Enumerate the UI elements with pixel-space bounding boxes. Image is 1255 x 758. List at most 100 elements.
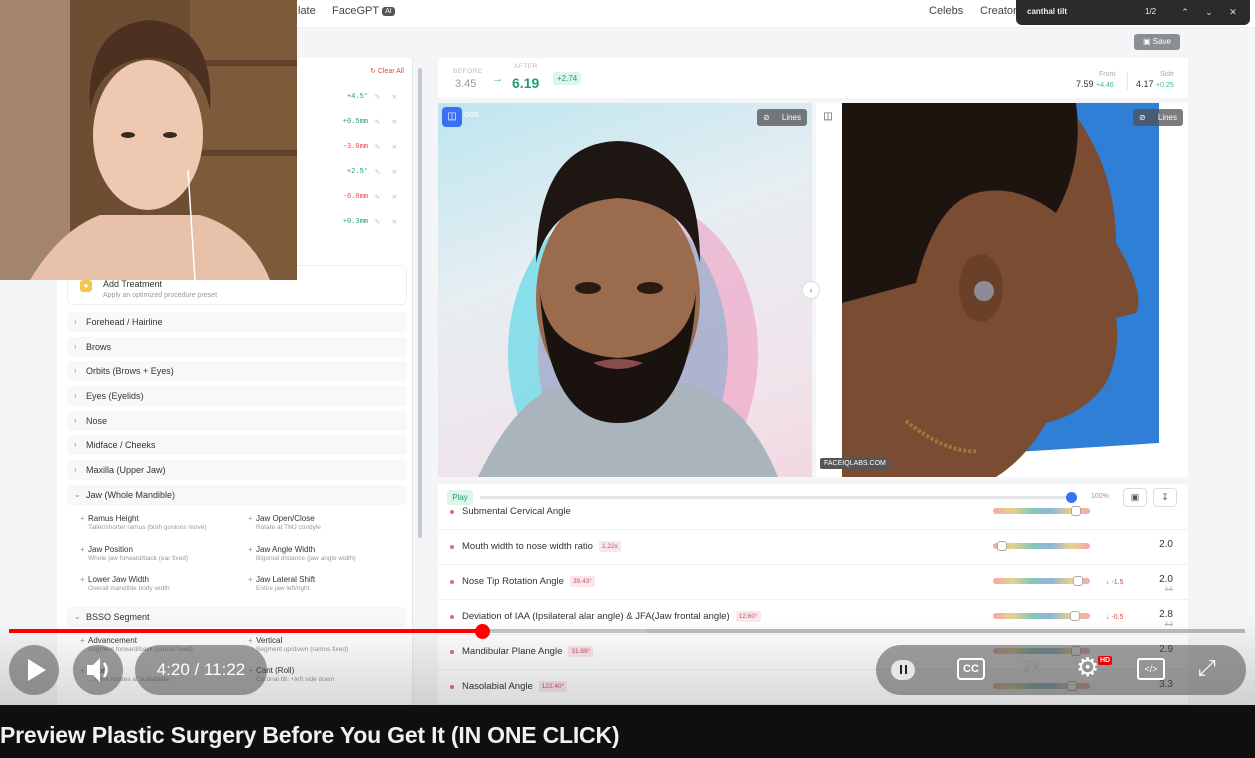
find-in-page-bar: canthal tilt 1/2 ⌃ ⌄ ✕ bbox=[1016, 0, 1250, 25]
nav-tab-facegpt[interactable]: FaceGPT AI bbox=[332, 5, 395, 17]
category-label: Jaw (Whole Mandible) bbox=[86, 490, 176, 500]
side-photo bbox=[816, 103, 1188, 477]
chevron-icon: › bbox=[74, 342, 77, 351]
find-query[interactable]: canthal tilt bbox=[1027, 7, 1067, 16]
adjustment-value: -6.0mm bbox=[342, 193, 368, 201]
split-handle-chevron-icon[interactable]: ‹ bbox=[802, 281, 820, 299]
autoplay-toggle[interactable] bbox=[891, 660, 915, 680]
after-label: AFTER bbox=[514, 63, 538, 70]
jaw-control[interactable]: Jaw PositionWhole jaw forward/back (ear … bbox=[80, 545, 240, 562]
find-prev-icon[interactable]: ⌃ bbox=[1178, 4, 1192, 20]
jaw-control-title: Jaw Lateral Shift bbox=[248, 575, 408, 584]
side-compare-icon[interactable]: ◫ bbox=[820, 109, 836, 125]
category-item[interactable]: › Midface / Cheeks bbox=[67, 435, 407, 455]
jaw-control[interactable]: Jaw Open/CloseRotate at TMJ condyle bbox=[248, 514, 408, 531]
adjustment-row: -3.0mm ✎ ✕ bbox=[300, 137, 404, 157]
jaw-control[interactable]: Ramus HeightTaller/shorter ramus (both g… bbox=[80, 514, 240, 531]
category-label: Eyes (Eyelids) bbox=[86, 391, 144, 401]
remove-icon[interactable]: ✕ bbox=[392, 217, 397, 227]
front-score-delta: +4.46 bbox=[1096, 82, 1114, 89]
jaw-control-desc: Whole jaw forward/back (ear fixed) bbox=[88, 555, 189, 562]
category-item[interactable]: › Maxilla (Upper Jaw) bbox=[67, 460, 407, 480]
category-label: Midface / Cheeks bbox=[86, 440, 156, 450]
save-icon: ▣ bbox=[1142, 37, 1153, 46]
clear-all-label: Clear All bbox=[377, 68, 404, 75]
jaw-control[interactable]: Lower Jaw WidthOverall mandible body wid… bbox=[80, 575, 240, 592]
category-item[interactable]: ⌄ Jaw (Whole Mandible) bbox=[67, 485, 407, 505]
front-score: 7.59 +4.46 bbox=[1076, 79, 1114, 89]
remove-icon[interactable]: ✕ bbox=[392, 167, 397, 177]
adjustment-value: +2.5° bbox=[346, 168, 368, 176]
metric-label: Submental Cervical Angle bbox=[462, 506, 571, 517]
nav-facegpt-label: FaceGPT bbox=[332, 5, 380, 17]
category-label: Nose bbox=[86, 416, 108, 426]
edit-pencil-icon[interactable]: ✎ bbox=[375, 142, 380, 152]
arrow-right-icon: → bbox=[492, 73, 503, 85]
before-score: 3.45 bbox=[455, 78, 477, 90]
find-count: 1/2 bbox=[1145, 7, 1157, 16]
score-header bbox=[438, 58, 1188, 98]
edit-pencil-icon[interactable]: ✎ bbox=[375, 192, 380, 202]
side-score-value: 4.17 bbox=[1136, 79, 1154, 89]
adjustment-row: +2.5° ✎ ✕ bbox=[300, 162, 404, 182]
clear-all-button[interactable]: ↻ Clear All bbox=[370, 67, 404, 75]
metric-score: 2.0 bbox=[1159, 539, 1173, 550]
side-label: Side bbox=[1160, 71, 1175, 78]
volume-icon bbox=[87, 658, 108, 682]
jaw-control-title: Jaw Open/Close bbox=[248, 514, 408, 523]
settings-gear-icon[interactable]: ⚙ bbox=[1076, 652, 1099, 683]
chevron-icon: › bbox=[74, 366, 77, 375]
speed-button[interactable]: 2x bbox=[1014, 657, 1048, 677]
front-label: Front bbox=[1099, 71, 1116, 78]
edit-pencil-icon[interactable]: ✎ bbox=[375, 117, 380, 127]
jaw-control[interactable]: Jaw Angle WidthBigonial distance (jaw an… bbox=[248, 545, 408, 562]
metric-range-bar bbox=[993, 543, 1090, 549]
pause-icon bbox=[899, 665, 907, 674]
edit-pencil-icon[interactable]: ✎ bbox=[375, 167, 380, 177]
category-label: Brows bbox=[86, 342, 112, 352]
jaw-control-title: Lower Jaw Width bbox=[80, 575, 240, 584]
category-item[interactable]: › Forehead / Hairline bbox=[67, 312, 407, 332]
find-close-icon[interactable]: ✕ bbox=[1226, 4, 1240, 20]
remove-icon[interactable]: ✕ bbox=[392, 92, 397, 102]
play-pause-button[interactable] bbox=[9, 645, 59, 695]
remove-icon[interactable]: ✕ bbox=[392, 192, 397, 202]
category-label: Forehead / Hairline bbox=[86, 317, 163, 327]
lines-label: Lines bbox=[781, 113, 801, 122]
video-played-bar bbox=[9, 629, 483, 633]
jaw-control[interactable]: Jaw Lateral ShiftEntire jaw left/right bbox=[248, 575, 408, 592]
jaw-control-title: Ramus Height bbox=[80, 514, 240, 523]
metric-value-chip: 39.43° bbox=[569, 576, 595, 587]
category-label: Orbits (Brows + Eyes) bbox=[86, 366, 174, 376]
nav-link-creators[interactable]: Creator bbox=[980, 5, 1017, 17]
nav-link-celebs[interactable]: Celebs bbox=[929, 5, 963, 17]
metric-range-knob bbox=[1073, 576, 1084, 586]
edit-pencil-icon[interactable]: ✎ bbox=[375, 217, 380, 227]
cc-icon[interactable]: CC bbox=[957, 658, 985, 680]
lines-toggle-button-front[interactable]: ⊘ Lines bbox=[757, 109, 807, 126]
volume-button[interactable] bbox=[73, 645, 123, 695]
front-score-value: 7.59 bbox=[1076, 79, 1094, 89]
photo-watermark: FACEIQLABS.COM bbox=[820, 458, 890, 469]
category-item[interactable]: › Orbits (Brows + Eyes) bbox=[67, 361, 407, 381]
category-item[interactable]: › Nose bbox=[67, 411, 407, 431]
remove-icon[interactable]: ✕ bbox=[392, 117, 397, 127]
save-button[interactable]: ▣ Save bbox=[1134, 34, 1180, 50]
category-item[interactable]: › Brows bbox=[67, 337, 407, 357]
chevron-icon: › bbox=[74, 416, 77, 425]
chevron-icon: › bbox=[74, 465, 77, 474]
lines-toggle-button-side[interactable]: ⊘ Lines bbox=[1133, 109, 1183, 126]
remove-icon[interactable]: ✕ bbox=[392, 142, 397, 152]
find-next-icon[interactable]: ⌄ bbox=[1202, 4, 1216, 20]
nav-tab-simulate[interactable]: late bbox=[298, 5, 316, 17]
category-item[interactable]: › Eyes (Eyelids) bbox=[67, 386, 407, 406]
metric-value-chip: 1.22x bbox=[598, 541, 621, 552]
miniplayer-icon[interactable]: </> bbox=[1137, 658, 1165, 680]
metric-dot bbox=[450, 580, 454, 584]
metric-name: Nose Tip Rotation Angle 39.43° bbox=[462, 576, 595, 587]
compare-toggle-icon[interactable]: ◫ bbox=[442, 107, 462, 127]
metric-row: Mouth width to nose width ratio 1.22x 2.0 bbox=[438, 530, 1188, 565]
fullscreen-icon[interactable]: ⤢ bbox=[1198, 655, 1216, 681]
left-scrollbar-thumb[interactable] bbox=[418, 68, 422, 538]
edit-pencil-icon[interactable]: ✎ bbox=[375, 92, 380, 102]
